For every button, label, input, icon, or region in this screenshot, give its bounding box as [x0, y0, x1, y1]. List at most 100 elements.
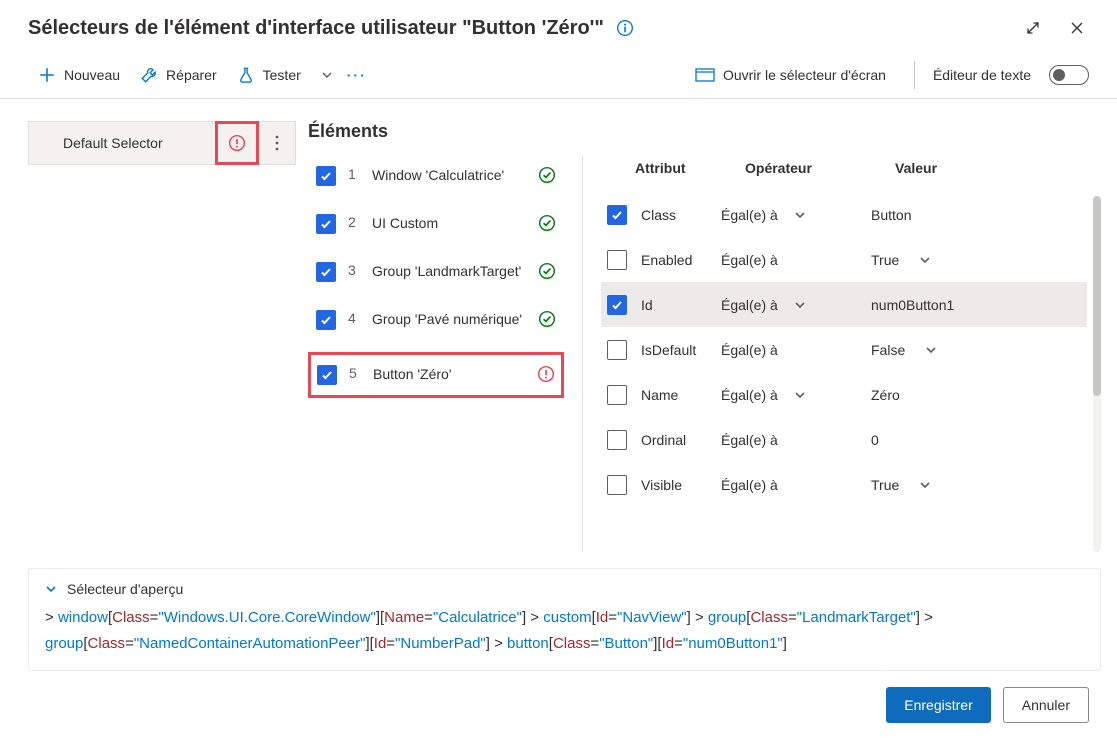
- dialog-title: Sélecteurs de l'élément d'interface util…: [28, 17, 604, 40]
- error-icon: [537, 365, 555, 383]
- attribute-checkbox[interactable]: [607, 385, 627, 405]
- success-icon: [538, 262, 556, 280]
- attribute-name: Enabled: [641, 252, 721, 268]
- elements-heading: Éléments: [308, 121, 1101, 142]
- col-attribute: Attribut: [635, 160, 745, 176]
- open-screen-selector-button[interactable]: Ouvrir le sélecteur d'écran: [685, 61, 896, 89]
- test-button[interactable]: Tester: [227, 60, 311, 90]
- attribute-row[interactable]: OrdinalÉgal(e) à 0: [601, 417, 1087, 462]
- element-checkbox[interactable]: [316, 262, 336, 282]
- test-dropdown[interactable]: [315, 63, 339, 87]
- element-label: Group 'Pavé numérique': [372, 310, 526, 329]
- element-row[interactable]: 4 Group 'Pavé numérique': [308, 304, 564, 336]
- plus-icon: [38, 66, 56, 84]
- preview-title: Sélecteur d'aperçu: [67, 581, 183, 597]
- attribute-value: True: [871, 477, 899, 493]
- attribute-row[interactable]: VisibleÉgal(e) à True: [601, 462, 1087, 507]
- attribute-name: Class: [641, 207, 721, 223]
- element-row[interactable]: 2 UI Custom: [308, 208, 564, 240]
- wrench-icon: [140, 66, 158, 84]
- selector-menu-button[interactable]: [259, 121, 295, 165]
- attribute-operator: Égal(e) à: [721, 432, 778, 448]
- separator: [914, 61, 915, 89]
- attribute-value: True: [871, 252, 899, 268]
- element-index: 1: [348, 166, 360, 182]
- element-row[interactable]: 3Group 'LandmarkTarget': [308, 256, 564, 288]
- attribute-row[interactable]: IdÉgal(e) à num0Button1: [601, 282, 1087, 327]
- attribute-operator: Égal(e) à: [721, 387, 778, 403]
- repair-button[interactable]: Réparer: [130, 60, 227, 90]
- chevron-down-icon[interactable]: [919, 479, 931, 491]
- attribute-checkbox[interactable]: [607, 295, 627, 315]
- attribute-name: Visible: [641, 477, 721, 493]
- attribute-checkbox[interactable]: [607, 430, 627, 450]
- chevron-down-icon[interactable]: [925, 344, 937, 356]
- attribute-operator: Égal(e) à: [721, 207, 778, 223]
- element-index: 3: [348, 262, 360, 278]
- close-icon[interactable]: [1065, 16, 1089, 40]
- selector-list-item[interactable]: Default Selector: [28, 121, 296, 165]
- selector-error-badge: [215, 121, 259, 165]
- preview-selector: > window[Class="Windows.UI.Core.CoreWind…: [45, 605, 1084, 656]
- attribute-checkbox[interactable]: [607, 250, 627, 270]
- chevron-down-icon[interactable]: [794, 389, 806, 401]
- attribute-value: num0Button1: [871, 297, 954, 313]
- element-checkbox[interactable]: [316, 214, 336, 234]
- attribute-name: Ordinal: [641, 432, 721, 448]
- attribute-operator: Égal(e) à: [721, 297, 778, 313]
- error-icon: [228, 134, 246, 152]
- element-label: Window 'Calculatrice': [372, 166, 526, 185]
- cancel-button[interactable]: Annuler: [1003, 687, 1089, 723]
- save-button[interactable]: Enregistrer: [886, 687, 990, 723]
- new-button[interactable]: Nouveau: [28, 60, 130, 90]
- flask-icon: [237, 66, 255, 84]
- success-icon: [538, 166, 556, 184]
- test-label: Tester: [263, 67, 301, 83]
- screen-icon: [695, 67, 715, 83]
- attribute-name: Id: [641, 297, 721, 313]
- text-editor-label: Éditeur de texte: [933, 67, 1031, 83]
- element-checkbox[interactable]: [317, 365, 337, 385]
- info-icon[interactable]: [616, 19, 634, 37]
- selector-name: Default Selector: [29, 135, 215, 151]
- attribute-value: 0: [871, 432, 879, 448]
- maximize-icon[interactable]: [1021, 16, 1045, 40]
- attribute-row[interactable]: IsDefaultÉgal(e) àFalse: [601, 327, 1087, 372]
- attribute-name: Name: [641, 387, 721, 403]
- element-label: Button 'Zéro': [373, 365, 525, 384]
- vertical-divider: [582, 156, 583, 552]
- col-value: Valeur: [895, 160, 1087, 176]
- attribute-value: Zéro: [871, 387, 900, 403]
- success-icon: [538, 214, 556, 232]
- open-screen-label: Ouvrir le sélecteur d'écran: [723, 67, 886, 83]
- repair-label: Réparer: [166, 67, 217, 83]
- element-row[interactable]: 1 Window 'Calculatrice': [308, 160, 564, 192]
- element-label: UI Custom: [372, 214, 526, 233]
- attribute-name: IsDefault: [641, 342, 721, 358]
- attribute-checkbox[interactable]: [607, 475, 627, 495]
- success-icon: [538, 310, 556, 328]
- chevron-down-icon[interactable]: [919, 254, 931, 266]
- scrollbar[interactable]: [1093, 196, 1101, 552]
- more-button[interactable]: ···: [347, 67, 367, 83]
- col-operator: Opérateur: [745, 160, 895, 176]
- element-checkbox[interactable]: [316, 166, 336, 186]
- attribute-operator: Égal(e) à: [721, 477, 778, 493]
- attribute-checkbox[interactable]: [607, 205, 627, 225]
- attribute-row[interactable]: EnabledÉgal(e) àTrue: [601, 237, 1087, 282]
- preview-toggle[interactable]: Sélecteur d'aperçu: [45, 581, 1084, 597]
- attribute-value: Button: [871, 207, 911, 223]
- chevron-down-icon[interactable]: [794, 209, 806, 221]
- chevron-down-icon[interactable]: [794, 299, 806, 311]
- new-label: Nouveau: [64, 67, 120, 83]
- attribute-row[interactable]: NameÉgal(e) à Zéro: [601, 372, 1087, 417]
- attribute-row[interactable]: ClassÉgal(e) à Button: [601, 192, 1087, 237]
- attribute-operator: Égal(e) à: [721, 342, 778, 358]
- element-index: 2: [348, 214, 360, 230]
- attribute-checkbox[interactable]: [607, 340, 627, 360]
- element-row[interactable]: 5 Button 'Zéro': [308, 352, 564, 398]
- element-index: 5: [349, 365, 361, 381]
- element-checkbox[interactable]: [316, 310, 336, 330]
- element-index: 4: [348, 310, 360, 326]
- text-editor-toggle[interactable]: [1049, 65, 1089, 85]
